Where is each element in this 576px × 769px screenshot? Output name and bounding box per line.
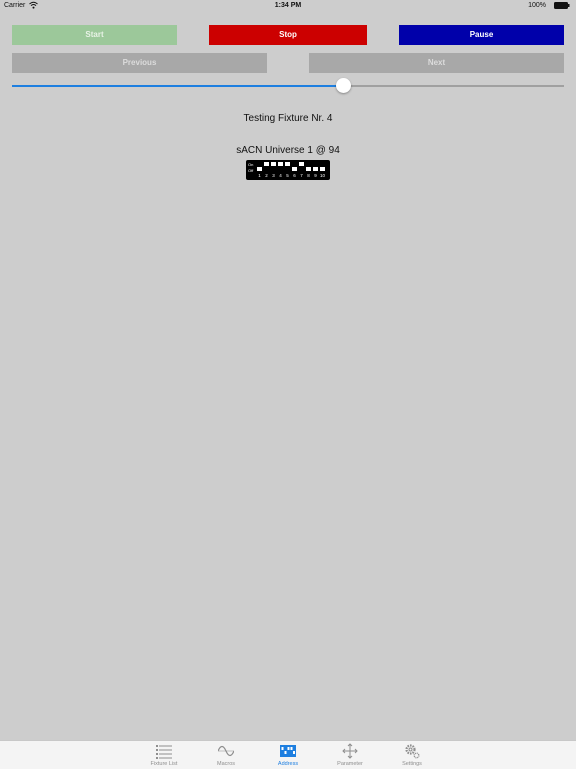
status-time: 1:34 PM bbox=[274, 2, 302, 9]
list-icon bbox=[156, 743, 172, 759]
slider-track-filled bbox=[12, 85, 343, 87]
slider-thumb[interactable] bbox=[335, 78, 351, 93]
battery-percent: 100% bbox=[528, 2, 546, 9]
dip-number-5: 5 bbox=[286, 173, 289, 178]
dip-switch-6 bbox=[292, 167, 297, 171]
dip-switch-8 bbox=[306, 167, 311, 171]
tab-settings[interactable]: Settings bbox=[387, 741, 437, 769]
tab-label: Settings bbox=[402, 761, 422, 767]
dip-switch-1 bbox=[257, 167, 262, 171]
dip-number-9: 9 bbox=[314, 173, 317, 178]
status-bar: Carrier 1:34 PM 100% bbox=[0, 0, 576, 12]
tab-label: Macros bbox=[216, 761, 236, 767]
dip-number-8: 8 bbox=[307, 173, 310, 178]
tab-label: Address bbox=[277, 761, 299, 767]
dip-switch-3 bbox=[271, 162, 276, 166]
dip-off-label: Off bbox=[248, 168, 254, 173]
stop-button[interactable]: Stop bbox=[209, 25, 367, 45]
tab-macros[interactable]: Macros bbox=[201, 741, 251, 769]
gear-icon bbox=[404, 743, 420, 759]
dip-number-10: 10 bbox=[319, 173, 325, 178]
move-arrows-icon bbox=[342, 743, 358, 759]
dip-number-3: 3 bbox=[272, 173, 275, 178]
fixture-title: Testing Fixture Nr. 4 bbox=[243, 113, 333, 124]
dip-switch-5 bbox=[285, 162, 290, 166]
dip-number-1: 1 bbox=[258, 173, 261, 178]
universe-address-label: sACN Universe 1 @ 94 bbox=[236, 145, 340, 156]
dip-switch-7 bbox=[299, 162, 304, 166]
battery-icon bbox=[554, 2, 570, 9]
next-button[interactable]: Next bbox=[309, 53, 564, 73]
dip-number-7: 7 bbox=[300, 173, 303, 178]
dip-switch-2 bbox=[264, 162, 269, 166]
dip-switch-display: On Off 1 2 3 4 5 6 7 8 9 10 bbox=[246, 160, 330, 180]
tab-label: Parameter bbox=[337, 761, 363, 767]
slider-track-remaining bbox=[343, 85, 564, 87]
dip-switch-icon bbox=[280, 743, 296, 759]
tab-fixture-list[interactable]: Fixture List bbox=[139, 741, 189, 769]
dip-number-2: 2 bbox=[265, 173, 268, 178]
tab-bar: Fixture List Macros Address Parameter Settin… bbox=[0, 740, 576, 769]
tab-parameter[interactable]: Parameter bbox=[325, 741, 375, 769]
pause-button[interactable]: Pause bbox=[399, 25, 564, 45]
fixture-slider[interactable] bbox=[12, 78, 564, 94]
dip-number-6: 6 bbox=[293, 173, 296, 178]
dip-switch-4 bbox=[278, 162, 283, 166]
dip-number-4: 4 bbox=[279, 173, 282, 178]
dip-switch-10 bbox=[320, 167, 325, 171]
dip-switch-9 bbox=[313, 167, 318, 171]
tab-label: Fixture List bbox=[150, 761, 178, 767]
sine-wave-icon bbox=[217, 743, 235, 759]
tab-address[interactable]: Address bbox=[263, 741, 313, 769]
previous-button[interactable]: Previous bbox=[12, 53, 267, 73]
dip-on-label: On bbox=[248, 162, 254, 167]
start-button[interactable]: Start bbox=[12, 25, 177, 45]
